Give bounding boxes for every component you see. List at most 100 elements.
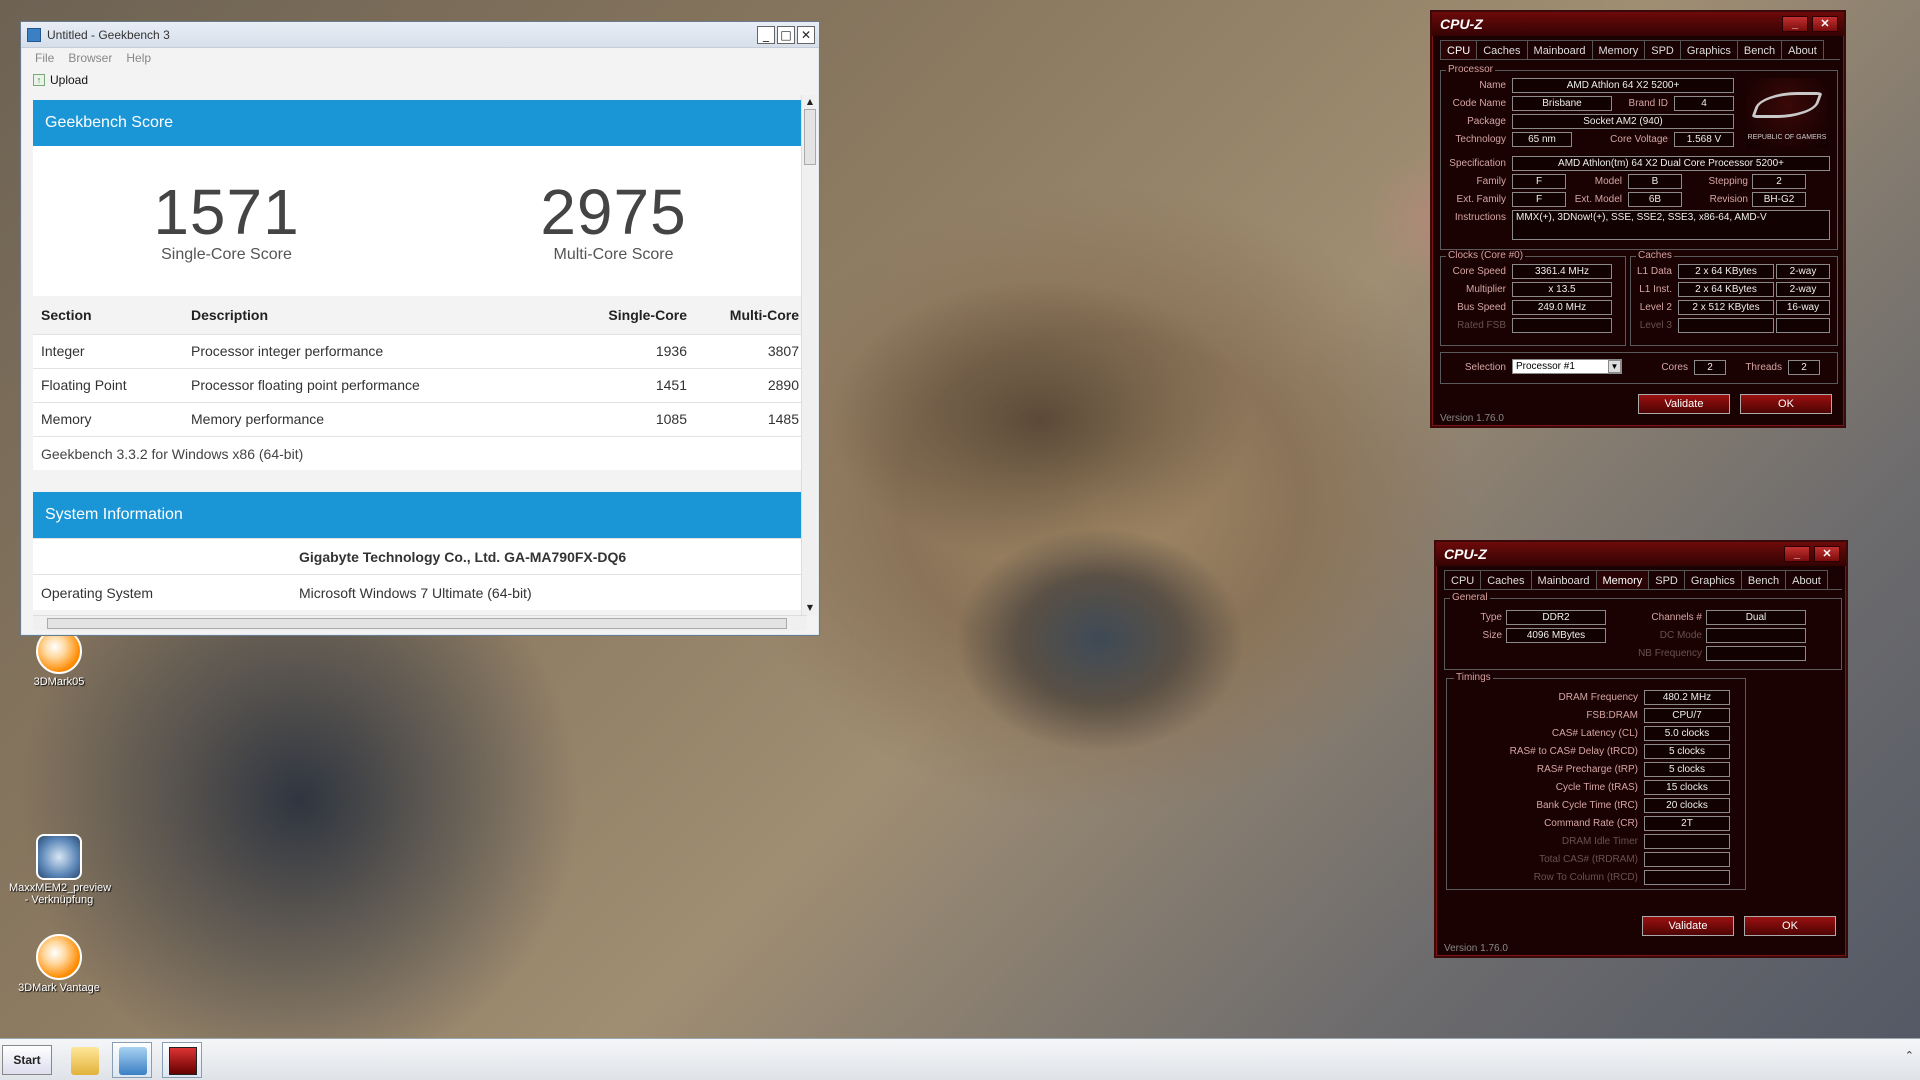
cpuz-titlebar[interactable]: CPU-Z _ ✕: [1432, 12, 1844, 36]
revision-label: Revision: [1709, 194, 1748, 205]
score-table: Section Description Single-Core Multi-Co…: [33, 296, 807, 436]
sysinfo-row: Operating System Microsoft Windows 7 Ult…: [33, 574, 807, 610]
multiplier-field: x 13.5: [1512, 282, 1612, 297]
cell-description: Processor floating point performance: [183, 367, 575, 402]
cpuz-title: CPU-Z: [1444, 546, 1487, 562]
caches-panel-label: Caches: [1636, 250, 1674, 261]
geekbench-score-header: Geekbench Score: [33, 100, 807, 146]
tab-graphics[interactable]: Graphics: [1683, 570, 1742, 589]
code-name-field: Brisbane: [1512, 96, 1612, 111]
l1-inst-way-field: 2-way: [1776, 282, 1830, 297]
timing-label: DRAM Idle Timer: [1561, 836, 1638, 847]
menu-file[interactable]: File: [35, 51, 54, 65]
desktop-icon-3dmark05[interactable]: 3DMark05: [9, 628, 109, 688]
l1-data-label: L1 Data: [1636, 266, 1672, 277]
cpuz-titlebar[interactable]: CPU-Z _ ✕: [1436, 542, 1846, 566]
tab-caches[interactable]: Caches: [1476, 40, 1528, 59]
scroll-thumb[interactable]: [804, 109, 816, 165]
ext-family-field: F: [1512, 192, 1566, 207]
ext-model-field: 6B: [1628, 192, 1682, 207]
rog-logo-text: REPUBLIC OF GAMERS: [1747, 134, 1827, 141]
timing-label: FSB:DRAM: [1586, 710, 1638, 721]
results-view: Geekbench Score 1571 Single-Core Score 2…: [33, 100, 807, 619]
cell-section: Floating Point: [33, 367, 183, 402]
package-field: Socket AM2 (940): [1512, 114, 1734, 129]
sysinfo-key: Operating System: [41, 584, 154, 601]
tab-spd[interactable]: SPD: [1648, 570, 1685, 589]
cell-single: 1936: [575, 333, 695, 368]
scroll-down-icon[interactable]: ▼: [802, 601, 818, 615]
bus-speed-label: Bus Speed: [1457, 302, 1506, 313]
maximize-button[interactable]: □: [777, 25, 795, 44]
threads-field: 2: [1788, 360, 1820, 375]
tab-bench[interactable]: Bench: [1740, 570, 1787, 589]
menu-browser[interactable]: Browser: [68, 51, 112, 65]
tab-cpu[interactable]: CPU: [1440, 40, 1478, 59]
processor-select[interactable]: Processor #1: [1512, 359, 1622, 374]
rated-fsb-label: Rated FSB: [1457, 320, 1506, 331]
upload-button[interactable]: Upload: [50, 73, 88, 87]
vertical-scrollbar[interactable]: ▲ ▼: [801, 95, 817, 615]
geekbench-icon: [119, 1047, 147, 1075]
ok-button[interactable]: OK: [1740, 394, 1832, 414]
close-button[interactable]: ✕: [797, 25, 815, 44]
tab-about[interactable]: About: [1781, 40, 1824, 59]
minimize-button[interactable]: _: [1782, 16, 1808, 32]
taskbar-cpuz[interactable]: [162, 1042, 202, 1078]
single-core-score-value: 1571: [153, 176, 300, 248]
dc-mode-field: [1706, 628, 1806, 643]
geekbench-titlebar[interactable]: Untitled - Geekbench 3 _ □ ✕: [21, 22, 819, 48]
cell-description: Memory performance: [183, 401, 575, 436]
cpuz-tabs: CPU Caches Mainboard Memory SPD Graphics…: [1444, 570, 1842, 590]
validate-button[interactable]: Validate: [1642, 916, 1734, 936]
timing-value: [1644, 834, 1730, 849]
table-row: Memory Memory performance 1085 1485: [33, 401, 807, 436]
start-button[interactable]: Start: [2, 1045, 52, 1075]
minimize-button[interactable]: _: [1784, 546, 1810, 562]
tray-chevron-icon[interactable]: ⌃: [1905, 1049, 1914, 1062]
tab-memory[interactable]: Memory: [1591, 40, 1646, 59]
tab-graphics[interactable]: Graphics: [1679, 40, 1738, 59]
tab-mainboard[interactable]: Mainboard: [1530, 570, 1597, 589]
rated-fsb-field: [1512, 318, 1612, 333]
tab-cpu[interactable]: CPU: [1444, 570, 1482, 589]
scroll-up-icon[interactable]: ▲: [802, 95, 818, 109]
scroll-thumb[interactable]: [47, 618, 787, 629]
core-voltage-field: 1.568 V: [1674, 132, 1734, 147]
memory-size-field: 4096 MBytes: [1506, 628, 1606, 643]
close-button[interactable]: ✕: [1814, 546, 1840, 562]
desktop-icon-maxxmem[interactable]: MaxxMEM2_preview - Verknüpfung: [9, 834, 112, 906]
chevron-down-icon[interactable]: ▼: [1608, 360, 1621, 373]
minimize-button[interactable]: _: [757, 25, 775, 44]
tab-bench[interactable]: Bench: [1736, 40, 1783, 59]
tab-about[interactable]: About: [1785, 570, 1828, 589]
timings-panel-label: Timings: [1454, 672, 1493, 683]
menu-help[interactable]: Help: [126, 51, 151, 65]
level3-size-field: [1678, 318, 1774, 333]
l1-data-way-field: 2-way: [1776, 264, 1830, 279]
close-button[interactable]: ✕: [1812, 16, 1838, 32]
tab-caches[interactable]: Caches: [1480, 570, 1532, 589]
taskbar-explorer[interactable]: [64, 1042, 104, 1078]
technology-field: 65 nm: [1512, 132, 1572, 147]
taskbar-geekbench[interactable]: [112, 1042, 152, 1078]
tab-spd[interactable]: SPD: [1644, 40, 1681, 59]
instructions-field: MMX(+), 3DNow!(+), SSE, SSE2, SSE3, x86-…: [1512, 210, 1830, 240]
cpuz-tabs: CPU Caches Mainboard Memory SPD Graphics…: [1440, 40, 1840, 60]
ok-button[interactable]: OK: [1744, 916, 1836, 936]
col-section: Section: [33, 296, 183, 334]
cpuz-cpu-window: CPU-Z _ ✕ CPU Caches Mainboard Memory SP…: [1430, 10, 1846, 428]
tab-mainboard[interactable]: Mainboard: [1526, 40, 1593, 59]
horizontal-scrollbar[interactable]: [33, 615, 807, 631]
desktop-icon-3dmark-vantage[interactable]: 3DMark Vantage: [9, 934, 109, 994]
timing-value: CPU/7: [1644, 708, 1730, 723]
validate-button[interactable]: Validate: [1638, 394, 1730, 414]
geekbench-version: Geekbench 3.3.2 for Windows x86 (64-bit): [33, 436, 807, 470]
selection-label: Selection: [1464, 362, 1506, 373]
taskbar: Start ⌃: [0, 1038, 1920, 1080]
nb-frequency-label: NB Frequency: [1638, 648, 1702, 659]
sysinfo-value: Gigabyte Technology Co., Ltd. GA-MA790FX…: [299, 548, 627, 565]
desktop-icon-label: MaxxMEM2_preview - Verknüpfung: [9, 882, 112, 906]
tab-memory[interactable]: Memory: [1595, 570, 1650, 589]
clocks-panel-label: Clocks (Core #0): [1446, 250, 1526, 261]
